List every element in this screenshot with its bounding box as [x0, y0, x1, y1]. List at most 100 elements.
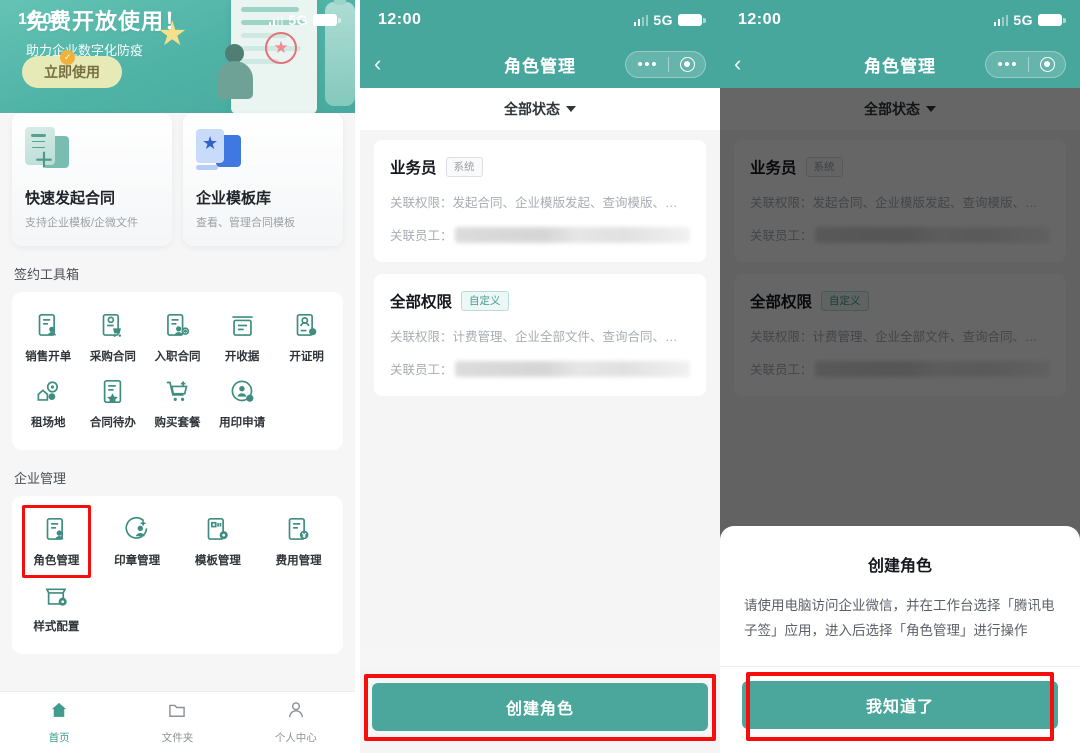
modal-footer: 我知道了	[742, 667, 1058, 753]
role-permissions-row: 关联权限： 计费管理、企业全部文件、查询合同、…	[390, 326, 690, 345]
style-gear-icon	[43, 582, 70, 609]
create-role-button[interactable]: 创建角色	[372, 683, 708, 731]
enterprise-item-fee-management[interactable]: 费用管理	[258, 508, 339, 574]
signal-bars-icon	[268, 14, 284, 26]
doc-fee-icon	[285, 516, 312, 543]
tool-item-package[interactable]: 购买套餐	[145, 370, 210, 436]
employee-value-redacted	[454, 226, 690, 243]
status-time: 12:00	[378, 11, 422, 28]
signal-bars-icon	[993, 14, 1009, 26]
feature-card-row: ＋ 快速发起合同 支持企业模板/企微文件 ★ 企业模板库 查看、管理合同模板	[12, 113, 343, 246]
role-list: 业务员 系统 关联权限： 发起合同、企业模版发起、查询模版、… 关联员工： 全部…	[360, 130, 720, 650]
enterprise-item-style-config[interactable]: 样式配置	[16, 574, 97, 640]
role-name: 全部权限	[390, 294, 453, 311]
modal-confirm-button[interactable]: 我知道了	[742, 681, 1058, 729]
employee-label: 关联员工：	[390, 229, 453, 243]
doc-person-add-icon	[164, 312, 191, 339]
home-body: ＋ 快速发起合同 支持企业模板/企微文件 ★ 企业模板库 查看、管理合同模板 签…	[0, 113, 355, 654]
create-role-modal: 创建角色 请使用电脑访问企业微信，并在工作台选择「腾讯电子签」应用，进入后选择「…	[720, 526, 1080, 753]
signal-bars-icon	[633, 14, 649, 26]
tool-item-label: 用印申请	[219, 417, 266, 429]
status-filter[interactable]: 全部状态	[360, 88, 720, 130]
role-card[interactable]: 业务员 系统 关联权限： 发起合同、企业模版发起、查询模版、… 关联员工：	[374, 140, 706, 262]
receipt-icon	[229, 312, 256, 339]
tool-item-label: 销售开单	[25, 351, 72, 363]
create-role-footer: 创建角色	[360, 669, 720, 753]
permission-value: 发起合同、企业模版发起、查询模版、…	[452, 196, 678, 210]
venue-location-icon	[35, 378, 62, 405]
enterprise-item-template-management[interactable]: 模板管理	[178, 508, 259, 574]
role-name: 业务员	[390, 160, 437, 177]
home-icon	[49, 700, 69, 725]
more-dots-icon[interactable]	[986, 62, 1028, 66]
chevron-left-icon[interactable]: ‹	[374, 53, 400, 75]
tool-item-label: 入职合同	[154, 351, 201, 363]
employee-label: 关联员工：	[390, 363, 453, 377]
tab-folder[interactable]: 文件夹	[118, 692, 236, 753]
template-gear-icon	[204, 516, 231, 543]
feature-card-contract[interactable]: ＋ 快速发起合同 支持企业模板/企微文件	[12, 113, 172, 246]
enterprise-item-label: 样式配置	[33, 621, 80, 633]
target-circle-icon[interactable]	[1029, 56, 1065, 72]
tool-item-sales[interactable]: 销售开单	[16, 304, 81, 370]
doc-person-icon	[35, 312, 62, 339]
status-time: 12:00	[738, 11, 782, 28]
role-card-header: 业务员 系统	[390, 156, 690, 178]
battery-icon	[678, 14, 706, 26]
bottom-tabbar: 首页 文件夹 个人中心	[0, 691, 355, 753]
three-panel-screenshot: 12:00 5G ★ ★ 免费开放使用！ 助力企业数字化防疫 ✓ 立即使用 ＋ …	[0, 0, 1080, 753]
doc-star-icon	[99, 378, 126, 405]
tool-item-label: 购买套餐	[154, 417, 201, 429]
tool-item-todo[interactable]: 合同待办	[81, 370, 146, 436]
role-card[interactable]: 全部权限 自定义 关联权限： 计费管理、企业全部文件、查询合同、… 关联员工：	[374, 274, 706, 396]
role-header: 12:00 5G ‹ 角色管理	[720, 0, 1080, 88]
tab-label: 首页	[48, 732, 70, 744]
feature-card-template[interactable]: ★ 企业模板库 查看、管理合同模板	[183, 113, 343, 246]
tab-label: 个人中心	[274, 732, 317, 744]
template-star-icon: ★	[196, 127, 242, 173]
panel-home: 12:00 5G ★ ★ 免费开放使用！ 助力企业数字化防疫 ✓ 立即使用 ＋ …	[0, 0, 355, 753]
enterprise-item-seal-management[interactable]: 印章管理	[97, 508, 178, 574]
tool-item-certificate[interactable]: 开证明	[274, 304, 339, 370]
permission-label: 关联权限：	[390, 330, 453, 344]
tab-profile[interactable]: 个人中心	[237, 692, 355, 753]
modal-body-text: 请使用电脑访问企业微信，并在工作台选择「腾讯电子签」应用，进入后选择「角色管理」…	[744, 598, 1055, 639]
more-dots-icon[interactable]	[626, 62, 668, 66]
doc-cart-icon	[99, 312, 126, 339]
enterprise-item-label: 模板管理	[194, 555, 241, 567]
permission-value: 计费管理、企业全部文件、查询合同、…	[452, 330, 678, 344]
tool-item-label: 开收据	[224, 351, 260, 363]
status-indicators: 5G	[268, 12, 341, 28]
permission-label: 关联权限：	[390, 196, 453, 210]
status-indicators: 5G	[633, 12, 706, 28]
enterprise-item-role-management[interactable]: 角色管理	[16, 505, 97, 578]
role-permissions-row: 关联权限： 发起合同、企业模版发起、查询模版、…	[390, 192, 690, 211]
check-badge-icon: ✓	[60, 50, 75, 65]
status-time: 12:00	[18, 11, 62, 28]
feature-card-title: 企业模板库	[196, 190, 272, 207]
battery-icon	[313, 14, 341, 26]
enterprise-grid: 角色管理 印章管理 模板管理 费用管理 样式配置	[16, 505, 339, 640]
tool-item-onboarding[interactable]: 入职合同	[145, 304, 210, 370]
doc-person-icon	[43, 516, 70, 543]
status-bar: 12:00 5G	[0, 0, 355, 40]
tool-item-receipt[interactable]: 开收据	[210, 304, 275, 370]
toolbox-grid: 销售开单 采购合同 入职合同 开收据 开证明 租场地 合同待办 购买套餐 用印申…	[16, 304, 339, 436]
tab-home[interactable]: 首页	[0, 692, 118, 753]
feature-card-subtitle: 查看、管理合同模板	[196, 217, 295, 229]
panel-role-management: 12:00 5G ‹ 角色管理 全部状态 业务员 系统 关联权限： 发起合同、企…	[360, 0, 720, 753]
tool-item-purchase[interactable]: 采购合同	[81, 304, 146, 370]
certificate-icon	[293, 312, 320, 339]
tool-item-venue[interactable]: 租场地	[16, 370, 81, 436]
enterprise-item-label: 印章管理	[114, 555, 161, 567]
battery-icon	[1038, 14, 1066, 26]
person-illustration-icon	[215, 44, 255, 99]
folder-icon	[167, 700, 187, 725]
seal-manage-icon	[124, 516, 151, 543]
network-label: 5G	[1013, 12, 1033, 28]
target-circle-icon[interactable]	[669, 56, 705, 72]
status-bar: 12:00 5G	[720, 0, 1080, 40]
tool-item-seal-apply[interactable]: 用印申请	[210, 370, 275, 436]
role-employees-row: 关联员工：	[390, 225, 690, 244]
chevron-left-icon[interactable]: ‹	[734, 53, 760, 75]
